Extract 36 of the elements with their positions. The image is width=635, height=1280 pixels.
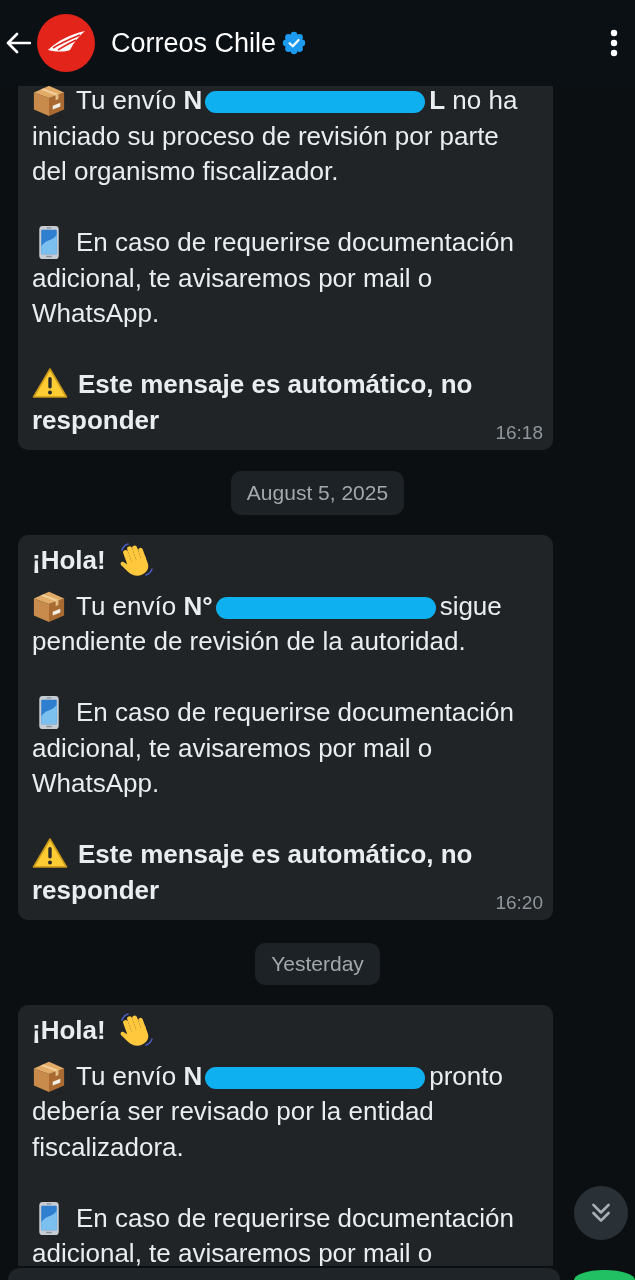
warning-text: responder [32,403,160,437]
message-text: En caso de requerirse documentación [76,1202,514,1233]
warning-text: Este mensaje es automático, no [78,839,473,869]
warning-icon [32,837,68,869]
message-time: 16:20 [495,893,543,913]
message-text: iniciado su proceso de revisión por parte del organismo fiscalizador. [32,119,500,188]
message-text: Tu envío N [76,86,203,115]
smartphone-icon [38,695,60,730]
warning-icon [32,367,68,399]
date-chip: Yesterday [255,943,380,985]
message-text: L no ha [429,86,518,115]
message-text: En caso de requerirse documentación [76,227,514,257]
message-text: adicional, te avisaremos por mail o WhatsApp. [32,261,434,330]
message-text: sigue [439,590,502,621]
action-button[interactable] [574,1270,635,1280]
message-text: debería ser revisado por la entidad fiscalizadora. [32,1095,435,1164]
message-text: Tu envío N [76,1060,203,1091]
message-text: pronto [429,1060,503,1091]
message-text: adicional, te avisaremos por mail o WhatsApp. [32,731,434,800]
message-text: Tu envío N° [76,590,213,621]
message-text: En caso de requerirse documentación [76,697,514,727]
warning-text: responder [32,873,160,907]
date-chip: August 5, 2025 [230,471,405,515]
smartphone-icon [38,225,60,260]
scroll-down-button[interactable] [574,1186,628,1240]
package-box-icon [32,86,66,117]
contact-name[interactable]: Correos Chile [111,27,277,59]
greeting-text: ¡Hola! [32,1015,106,1045]
menu-icon [610,29,618,57]
message-text: pendiente de revisión de la autoridad. [32,625,466,658]
logo-icon[interactable] [37,14,95,72]
back-arrow-icon [5,32,31,54]
warning-text: Este mensaje es automático, no [78,369,473,399]
greeting-text: ¡Hola! [32,545,106,575]
message-time: 16:18 [495,423,543,443]
smartphone-icon [38,1200,60,1236]
